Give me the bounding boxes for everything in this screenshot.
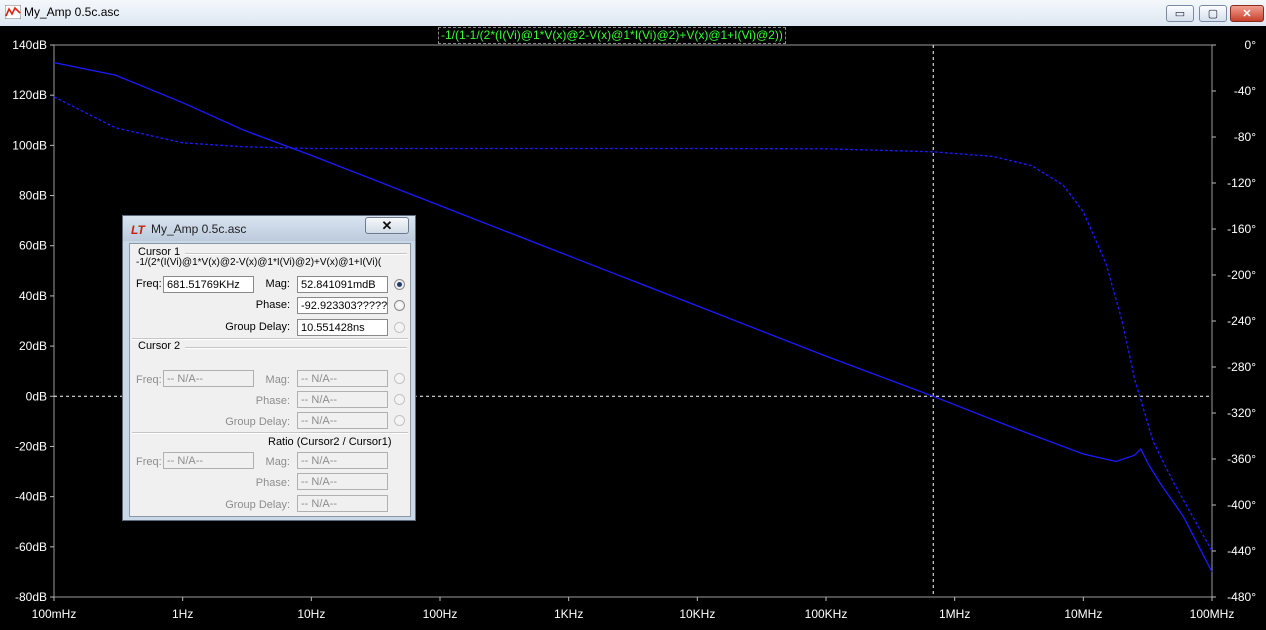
- y-right-tick-label: -480°: [1227, 590, 1256, 604]
- y-left-tick-label: -60dB: [15, 540, 47, 554]
- lt-logo-icon: LT: [131, 223, 145, 237]
- cursor1-mag-radio[interactable]: [394, 279, 405, 290]
- y-right-tick-label: -160°: [1227, 222, 1256, 236]
- x-tick-label: 10Hz: [297, 607, 325, 621]
- x-tick-label: 10MHz: [1064, 607, 1102, 621]
- ratio-mag-label: Mag:: [265, 456, 290, 468]
- cursor2-group-delay-radio: [394, 415, 405, 426]
- cursor-dialog-title: My_Amp 0.5c.asc: [151, 222, 247, 236]
- y-right-tick-label: -120°: [1227, 176, 1256, 190]
- ratio-freq-label: Freq:: [136, 456, 162, 468]
- x-tick-label: 10KHz: [679, 607, 715, 621]
- cursor2-group-delay-label: Group Delay:: [225, 416, 290, 428]
- cursor1-expression: -1/(2*(I(Vi)@1*V(x)@2-V(x)@1*I(Vi)@2)+V(…: [136, 257, 382, 268]
- waveform-app-icon: [5, 5, 21, 19]
- y-right-tick-label: 0°: [1245, 38, 1257, 52]
- y-left-tick-label: 0dB: [26, 389, 47, 403]
- window-titlebar: My_Amp 0.5c.asc ▭ ▢ ✕: [0, 0, 1266, 27]
- y-right-tick-label: -200°: [1227, 268, 1256, 282]
- cursor1-mag-label: Mag:: [265, 278, 290, 290]
- cursor1-group-delay-label: Group Delay:: [225, 321, 290, 333]
- cursor1-phase-field[interactable]: -92.923303?????: [297, 297, 388, 314]
- y-right-tick-label: -360°: [1227, 452, 1256, 466]
- cursor1-freq-field[interactable]: 681.51769KHz: [163, 276, 254, 293]
- y-left-tick-label: 40dB: [19, 289, 47, 303]
- cursor1-phase-radio[interactable]: [394, 300, 405, 311]
- cursor1-mag-field[interactable]: 52.841091mdB: [297, 276, 388, 293]
- ratio-top-divider: [132, 432, 408, 434]
- window-title: My_Amp 0.5c.asc: [24, 5, 120, 19]
- y-left-tick-label: -20dB: [15, 439, 47, 453]
- cursor1-group-delay-field[interactable]: 10.551428ns: [297, 319, 388, 336]
- cursor2-mag-field: -- N/A--: [297, 370, 388, 387]
- y-right-tick-label: -320°: [1227, 406, 1256, 420]
- y-left-tick-label: 140dB: [12, 38, 47, 52]
- cursor2-group-delay-field: -- N/A--: [297, 412, 388, 429]
- x-tick-label: 100MHz: [1190, 607, 1235, 621]
- y-left-tick-label: 120dB: [12, 88, 47, 102]
- y-left-tick-label: 60dB: [19, 239, 47, 253]
- x-tick-label: 1Hz: [172, 607, 193, 621]
- maximize-button[interactable]: ▢: [1199, 5, 1227, 22]
- ratio-phase-field: -- N/A--: [297, 473, 388, 490]
- cursor2-mag-label: Mag:: [265, 374, 290, 386]
- cursor-dialog: LT My_Amp 0.5c.asc ✕ Cursor 1 -1/(2*(I(V…: [122, 215, 416, 521]
- x-tick-label: 1MHz: [939, 607, 970, 621]
- cursor2-freq-field: -- N/A--: [163, 370, 254, 387]
- cursor-dialog-body: Cursor 1 -1/(2*(I(Vi)@1*V(x)@2-V(x)@1*I(…: [129, 243, 411, 517]
- x-tick-label: 100Hz: [423, 607, 458, 621]
- y-left-tick-label: 20dB: [19, 339, 47, 353]
- cursor2-phase-field: -- N/A--: [297, 391, 388, 408]
- y-right-tick-label: -400°: [1227, 498, 1256, 512]
- cursor2-header: Cursor 2: [138, 340, 181, 352]
- ratio-phase-label: Phase:: [255, 477, 290, 489]
- ratio-mag-field: -- N/A--: [297, 452, 388, 469]
- cursor1-freq-label: Freq:: [136, 278, 162, 290]
- ratio-group-delay-field: -- N/A--: [297, 495, 388, 512]
- y-right-tick-label: -440°: [1227, 544, 1256, 558]
- minimize-button[interactable]: ▭: [1166, 5, 1194, 22]
- ratio-header: Ratio (Cursor2 / Cursor1): [268, 436, 392, 448]
- y-left-tick-label: 80dB: [19, 189, 47, 203]
- cursor1-phase-label: Phase:: [255, 299, 290, 311]
- cursor1-group-delay-radio[interactable]: [394, 322, 405, 333]
- y-left-tick-label: -80dB: [15, 590, 47, 604]
- x-tick-label: 1KHz: [554, 607, 583, 621]
- cursor2-mag-radio: [394, 373, 405, 384]
- cursor-dialog-close-button[interactable]: ✕: [365, 217, 409, 234]
- ratio-group-delay-label: Group Delay:: [225, 499, 290, 511]
- cursor2-divider: [185, 347, 407, 349]
- ratio-freq-field: -- N/A--: [163, 452, 254, 469]
- y-left-tick-label: -40dB: [15, 490, 47, 504]
- cursor1-divider: [185, 253, 407, 255]
- y-right-tick-label: -80°: [1234, 130, 1256, 144]
- cursor-dialog-titlebar[interactable]: LT My_Amp 0.5c.asc ✕: [123, 216, 415, 241]
- cursor2-phase-label: Phase:: [255, 395, 290, 407]
- cursor2-freq-label: Freq:: [136, 374, 162, 386]
- close-button[interactable]: ✕: [1230, 5, 1264, 22]
- x-tick-label: 100mHz: [32, 607, 77, 621]
- y-right-tick-label: -280°: [1227, 360, 1256, 374]
- trace-expression-label[interactable]: -1/(1-1/(2*(I(Vi)@1*V(x)@2-V(x)@1*I(Vi)@…: [438, 27, 786, 44]
- y-right-tick-label: -40°: [1234, 84, 1256, 98]
- y-right-tick-label: -240°: [1227, 314, 1256, 328]
- y-left-tick-label: 100dB: [12, 138, 47, 152]
- x-tick-label: 100KHz: [805, 607, 848, 621]
- cursor2-phase-radio: [394, 394, 405, 405]
